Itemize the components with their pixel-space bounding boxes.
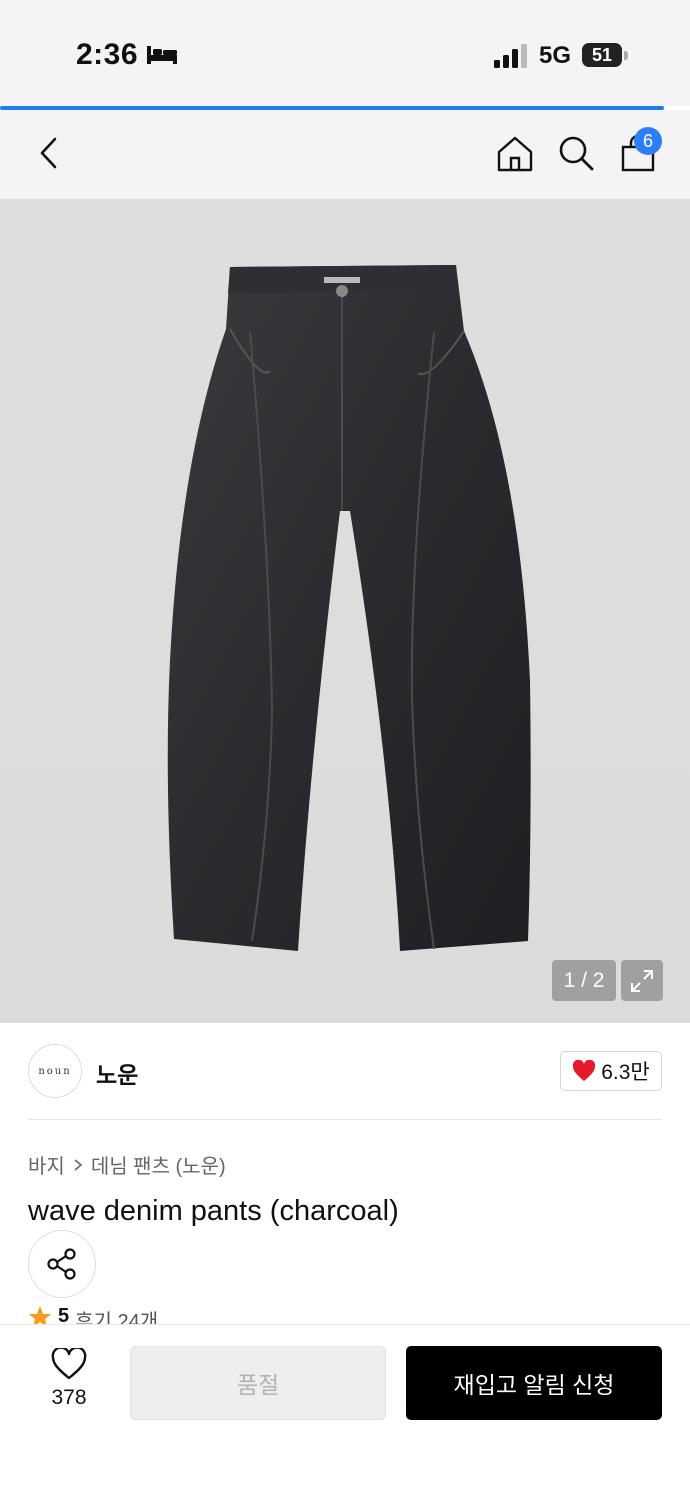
brand-like-button[interactable]: 6.3만 — [560, 1051, 662, 1091]
review-count: 후기 24개 — [75, 1311, 159, 1325]
rating-score: 5 — [58, 1305, 70, 1325]
image-counter: 1 / 2 — [552, 960, 616, 1001]
search-button[interactable] — [553, 130, 599, 176]
expand-icon — [631, 969, 653, 992]
product-image[interactable]: 1 / 2 — [0, 199, 690, 1023]
bed-icon — [147, 46, 177, 64]
battery-nub — [624, 51, 628, 60]
brand-logo[interactable]: noun — [28, 1044, 82, 1098]
home-icon — [497, 136, 533, 172]
share-icon — [47, 1248, 76, 1280]
status-time: 2:36 — [76, 38, 139, 71]
expand-image-button[interactable] — [621, 960, 663, 1001]
brand-like-count: 6.3만 — [601, 1061, 650, 1084]
brand-name[interactable]: 노운 — [96, 1056, 138, 1090]
signal-icon — [494, 44, 527, 68]
star-icon — [29, 1306, 51, 1325]
battery-icon: 51 — [582, 43, 622, 67]
back-arrow-icon — [40, 137, 57, 169]
breadcrumb: 바지 데님 팬츠 (노운) — [28, 1150, 226, 1179]
network-label: 5G — [539, 42, 572, 69]
cart-count-badge: 6 — [634, 127, 662, 155]
breadcrumb-category[interactable]: 바지 — [28, 1150, 65, 1179]
heart-filled-icon — [573, 1060, 596, 1081]
chevron-right-icon — [74, 1158, 83, 1171]
share-button[interactable] — [28, 1230, 96, 1298]
breadcrumb-subcategory[interactable]: 데님 팬츠 (노운) — [91, 1150, 226, 1179]
rating-row[interactable]: 5 후기 24개 — [28, 1305, 158, 1325]
restock-alert-button[interactable]: 재입고 알림 신청 — [406, 1346, 662, 1420]
wishlist-count: 378 — [51, 1386, 87, 1409]
back-button[interactable] — [26, 130, 72, 176]
search-icon — [559, 136, 594, 171]
heart-outline-icon — [51, 1348, 87, 1380]
top-nav — [0, 110, 690, 199]
product-title: wave denim pants (charcoal) — [28, 1195, 399, 1227]
section-divider — [28, 1119, 662, 1120]
soldout-button: 품절 — [130, 1346, 386, 1420]
home-button[interactable] — [492, 130, 538, 176]
wishlist-button[interactable]: 378 — [38, 1348, 100, 1418]
status-bar: 2:36 5G 51 — [0, 0, 690, 106]
product-photo — [167, 265, 531, 951]
